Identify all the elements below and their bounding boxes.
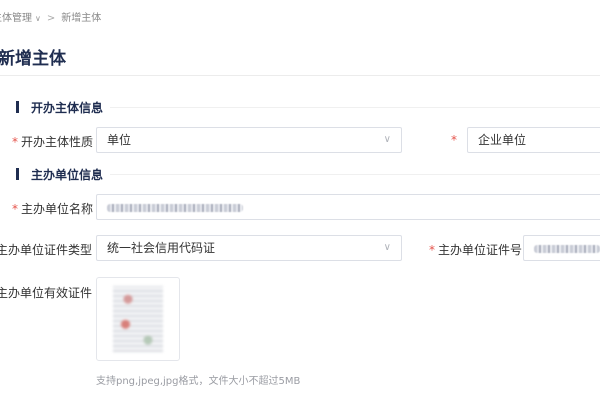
- breadcrumb-current: 新增主体: [61, 13, 102, 24]
- chevron-down-icon: ∨: [383, 134, 391, 145]
- section-marker: [16, 101, 19, 113]
- breadcrumb-parent[interactable]: 主体管理: [0, 13, 32, 24]
- chevron-down-icon[interactable]: ∨: [35, 14, 41, 23]
- unit-category-select[interactable]: 企业单位: [467, 127, 600, 153]
- required-mark: *: [12, 202, 18, 216]
- sponsor-name-input[interactable]: [96, 194, 600, 220]
- required-mark: *: [429, 243, 435, 257]
- cert-type-label: 主办单位证件类型: [0, 243, 93, 257]
- redacted-text: [107, 203, 243, 212]
- section-divider: [110, 174, 600, 175]
- sponsor-name-label: * 主办单位名称: [12, 202, 94, 216]
- section-divider: [110, 107, 600, 108]
- section-title: 主办单位信息: [31, 168, 104, 182]
- chevron-down-icon: ∨: [383, 242, 391, 253]
- section-title: 开办主体信息: [31, 101, 104, 115]
- required-mark: *: [12, 135, 18, 149]
- section-marker: [16, 168, 19, 180]
- certificate-thumbnail[interactable]: [113, 286, 163, 352]
- section-opening-info: 开办主体信息: [16, 99, 103, 116]
- unit-category-label: *: [451, 133, 460, 147]
- title-divider: [0, 75, 600, 76]
- certificate-upload[interactable]: [96, 277, 180, 361]
- cert-number-label: * 主办单位证件号: [429, 243, 523, 257]
- cert-type-value: 统一社会信用代码证: [107, 241, 216, 255]
- opening-nature-value: 单位: [107, 133, 132, 147]
- breadcrumb-separator: >: [46, 13, 56, 24]
- page-title: 新增主体: [0, 49, 66, 69]
- opening-nature-select[interactable]: 单位 ∨: [96, 127, 402, 153]
- unit-category-value: 企业单位: [478, 133, 527, 147]
- cert-type-select[interactable]: 统一社会信用代码证 ∨: [96, 235, 402, 261]
- opening-nature-label: * 开办主体性质: [12, 135, 94, 149]
- redacted-text: [534, 244, 600, 253]
- cert-number-input[interactable]: [523, 235, 600, 261]
- required-mark: *: [451, 133, 457, 147]
- section-sponsor-info: 主办单位信息: [16, 166, 103, 183]
- upload-hint: 支持png,jpeg,jpg格式，文件大小不超过5MB: [96, 376, 301, 387]
- breadcrumb: 主体管理∨ > 新增主体: [0, 9, 101, 24]
- valid-cert-label: 主办单位有效证件: [0, 286, 93, 300]
